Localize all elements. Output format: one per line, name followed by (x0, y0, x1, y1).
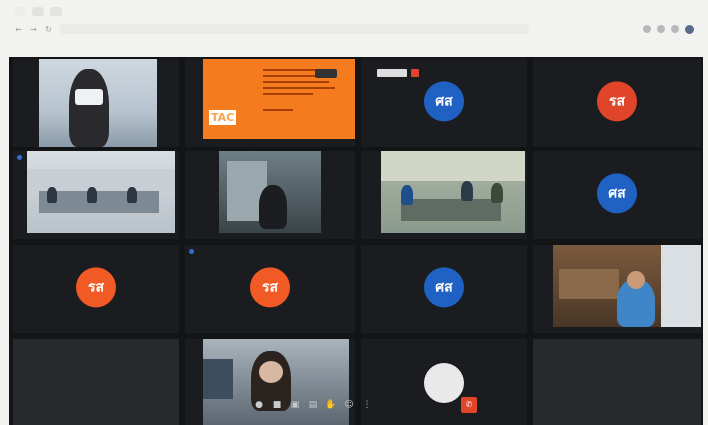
browser-tab[interactable] (14, 6, 26, 16)
participant-face (259, 361, 283, 383)
browser-tab[interactable] (50, 6, 62, 16)
participant-tile[interactable]: รส (185, 245, 355, 333)
presenter-badge (315, 69, 337, 78)
participant-tile[interactable]: รส (13, 245, 179, 333)
back-icon[interactable]: ← (14, 25, 23, 34)
bookmarks-bar (16, 40, 694, 50)
slide-text-line (263, 87, 335, 89)
participant-figure (461, 181, 473, 201)
participant-avatar: ศส (424, 267, 464, 308)
camera-feed (553, 245, 701, 327)
participant-avatar: ศส (424, 81, 464, 122)
slide-text-line (263, 109, 293, 111)
extension-icon[interactable] (671, 25, 679, 33)
browser-tab[interactable] (32, 6, 44, 16)
slide-text-line (263, 81, 329, 83)
empty-tile (533, 339, 701, 425)
participant-tile[interactable] (185, 151, 355, 239)
camera-feed (381, 151, 525, 233)
camera-permission-icon[interactable] (643, 25, 651, 33)
camera-icon[interactable]: ■ (271, 399, 283, 411)
mic-icon[interactable]: ● (253, 399, 265, 411)
participant-tile[interactable] (361, 151, 527, 239)
room-window (661, 245, 701, 327)
slide-text-line (263, 93, 313, 95)
room-shelf (559, 269, 619, 299)
participant-figure (47, 187, 57, 203)
end-call-button[interactable]: ✆ (461, 397, 477, 413)
address-bar[interactable] (59, 24, 529, 34)
participant-avatar: รส (597, 81, 637, 122)
browser-tab-bar (14, 4, 694, 18)
room-object (203, 359, 233, 399)
room-table (401, 199, 501, 221)
participant-tile[interactable] (533, 245, 701, 333)
participant-avatar: ศส (597, 173, 637, 214)
bookmark-star-icon[interactable] (657, 25, 665, 33)
participant-tile[interactable]: ศส (361, 59, 527, 147)
participant-avatar: รส (76, 267, 116, 308)
screen-photo: ← → ↻ TAC ศส รส ศส รส รส ศส ● ■ ▣ ▤ ✋ ☺ … (0, 0, 708, 425)
slide-logo: TAC (209, 110, 237, 125)
room-wall (381, 151, 525, 181)
camera-feed (39, 59, 157, 147)
captions-icon[interactable]: ▤ (307, 399, 319, 411)
reload-icon[interactable]: ↻ (44, 25, 53, 34)
participant-figure (87, 187, 97, 203)
participant-face (627, 271, 645, 289)
participant-tile[interactable] (13, 151, 179, 239)
more-options-icon[interactable]: ⋮ (361, 399, 373, 411)
camera-feed (27, 151, 175, 233)
participant-figure (127, 187, 137, 203)
active-speaker-icon (17, 155, 22, 160)
participant-tile[interactable]: ศส (361, 245, 527, 333)
active-speaker-icon (189, 249, 194, 254)
participant-figure (401, 185, 413, 205)
participant-tile[interactable] (13, 59, 179, 147)
present-icon[interactable]: ▣ (289, 399, 301, 411)
raise-hand-icon[interactable]: ✋ (325, 399, 337, 411)
participant-figure (491, 183, 503, 203)
participant-tile[interactable]: รส (533, 59, 701, 147)
participant-figure (259, 185, 287, 229)
room-table (39, 191, 159, 213)
forward-icon[interactable]: → (29, 25, 38, 34)
presentation-tile[interactable]: TAC (185, 59, 355, 147)
meeting-grid: TAC ศส รส ศส รส รส ศส ● ■ ▣ ▤ ✋ ☺ ⋮ ✆ (9, 57, 703, 425)
participant-tile[interactable]: ศส (533, 151, 701, 239)
emoji-icon[interactable]: ☺ (343, 399, 355, 411)
tile-toolbar (377, 69, 407, 77)
empty-tile (13, 339, 179, 425)
meeting-controls: ● ■ ▣ ▤ ✋ ☺ ⋮ ✆ (245, 393, 485, 417)
camera-feed (219, 151, 321, 233)
slide-text-line (263, 69, 323, 71)
participant-avatar: รส (250, 267, 290, 308)
participant-figure (69, 69, 109, 147)
profile-avatar[interactable] (685, 24, 694, 34)
browser-toolbar: ← → ↻ (14, 22, 694, 36)
stop-icon[interactable] (411, 69, 419, 77)
face-mask (75, 89, 103, 105)
